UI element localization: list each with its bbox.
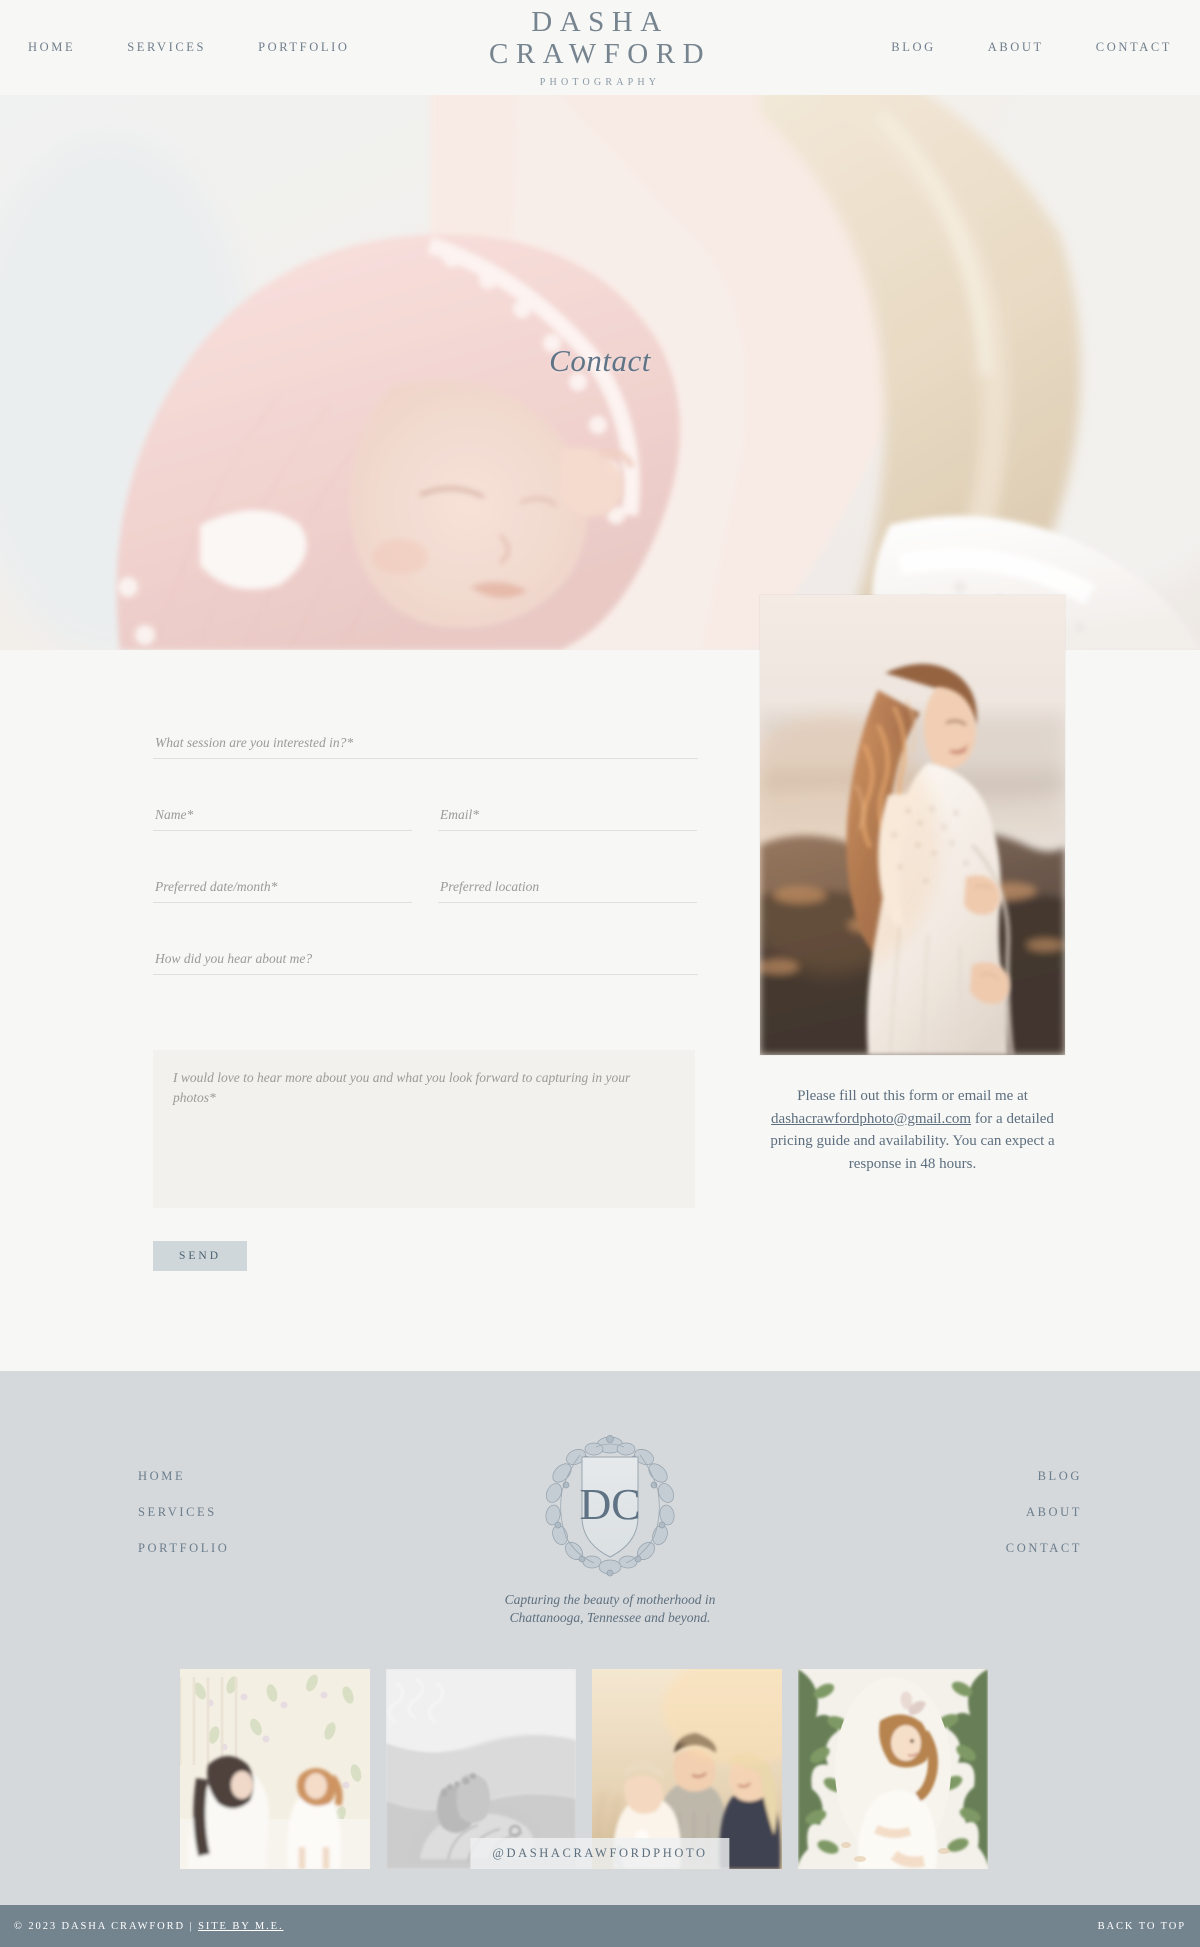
nav-item-home[interactable]: HOME (28, 40, 75, 55)
page-title: Contact (549, 343, 651, 378)
contact-form: SEND (153, 710, 698, 1271)
session-input[interactable] (153, 730, 698, 759)
hero-banner: Contact (0, 95, 1200, 650)
crest-monogram: DC (579, 1480, 640, 1529)
referral-input[interactable] (153, 946, 698, 975)
instructions-text-before: Please fill out this form or email me at (797, 1088, 1028, 1104)
footer-nav-services[interactable]: SERVICES (138, 1505, 217, 1520)
nav-item-services[interactable]: SERVICES (127, 40, 206, 55)
preferred-location-input[interactable] (438, 874, 697, 903)
nav-item-portfolio[interactable]: PORTFOLIO (258, 40, 349, 55)
nav-item-contact[interactable]: CONTACT (1096, 40, 1172, 55)
logo-line-1: DASHA (531, 5, 669, 38)
logo-subtitle: PHOTOGRAPHY (539, 76, 661, 88)
maternity-portrait (760, 595, 1065, 1055)
site-header: HOME SERVICES PORTFOLIO DASHA CRAWFORD P… (0, 0, 1200, 95)
name-input[interactable] (153, 802, 412, 831)
preferred-date-input[interactable] (153, 874, 412, 903)
email-input[interactable] (438, 802, 697, 831)
footer-nav-right: BLOG ABOUT CONTACT (832, 1431, 1082, 1556)
nav-item-about[interactable]: ABOUT (988, 40, 1044, 55)
site-credit-link[interactable]: SITE BY M.E. (198, 1921, 283, 1932)
footer-nav-contact[interactable]: CONTACT (1006, 1541, 1082, 1556)
site-logo[interactable]: DASHA CRAWFORD PHOTOGRAPHY (488, 5, 712, 88)
gallery-item-1[interactable] (180, 1669, 370, 1869)
field-row-date-location (153, 874, 698, 903)
footer-nav-about[interactable]: ABOUT (1026, 1505, 1082, 1520)
field-row-name-email (153, 802, 698, 831)
primary-nav-right: BLOG ABOUT CONTACT (891, 40, 1172, 55)
logo-line-2: CRAWFORD (488, 37, 712, 70)
bottom-bar: © 2023 DASHA CRAWFORD | SITE BY M.E. BAC… (0, 1905, 1200, 1947)
footer-nav-portfolio[interactable]: PORTFOLIO (138, 1541, 229, 1556)
main-content: SEND (0, 595, 1200, 1371)
footer-tagline: Capturing the beauty of motherhood in Ch… (504, 1592, 716, 1626)
field-row-session (153, 730, 698, 759)
contact-instructions: Please fill out this form or email me at… (760, 1085, 1065, 1175)
footer-nav-home[interactable]: HOME (138, 1469, 185, 1484)
footer-top: HOME SERVICES PORTFOLIO DC Capturing the… (0, 1431, 1200, 1641)
field-row-referral (153, 946, 698, 975)
contact-aside: Please fill out this form or email me at… (760, 595, 1065, 1175)
copyright-notice: © 2023 DASHA CRAWFORD | SITE BY M.E. (14, 1921, 284, 1932)
message-textarea[interactable] (153, 1050, 695, 1208)
gallery-image-4 (798, 1669, 988, 1869)
primary-nav-left: HOME SERVICES PORTFOLIO (28, 40, 349, 55)
back-to-top-button[interactable]: BACK TO TOP (1098, 1921, 1186, 1932)
gallery-image-1 (180, 1669, 370, 1869)
instagram-handle[interactable]: @DASHACRAWFORDPHOTO (470, 1838, 730, 1869)
instagram-gallery: @DASHACRAWFORDPHOTO (180, 1669, 1020, 1905)
footer-nav-blog[interactable]: BLOG (1038, 1469, 1082, 1484)
copyright-text: © 2023 DASHA CRAWFORD | (14, 1920, 199, 1932)
floral-crest-icon: DC (545, 1435, 675, 1577)
email-link[interactable]: dashacrawfordphoto@gmail.com (771, 1111, 971, 1127)
site-footer: HOME SERVICES PORTFOLIO DC Capturing the… (0, 1371, 1200, 1905)
footer-nav-left: HOME SERVICES PORTFOLIO (138, 1431, 388, 1556)
send-button[interactable]: SEND (153, 1241, 248, 1271)
gallery-item-4[interactable] (798, 1669, 988, 1869)
maternity-portrait-image (760, 595, 1065, 1055)
footer-brand: DC Capturing the beauty of motherhood in… (460, 1431, 760, 1627)
nav-item-blog[interactable]: BLOG (891, 40, 935, 55)
page-root: HOME SERVICES PORTFOLIO DASHA CRAWFORD P… (0, 0, 1200, 1947)
